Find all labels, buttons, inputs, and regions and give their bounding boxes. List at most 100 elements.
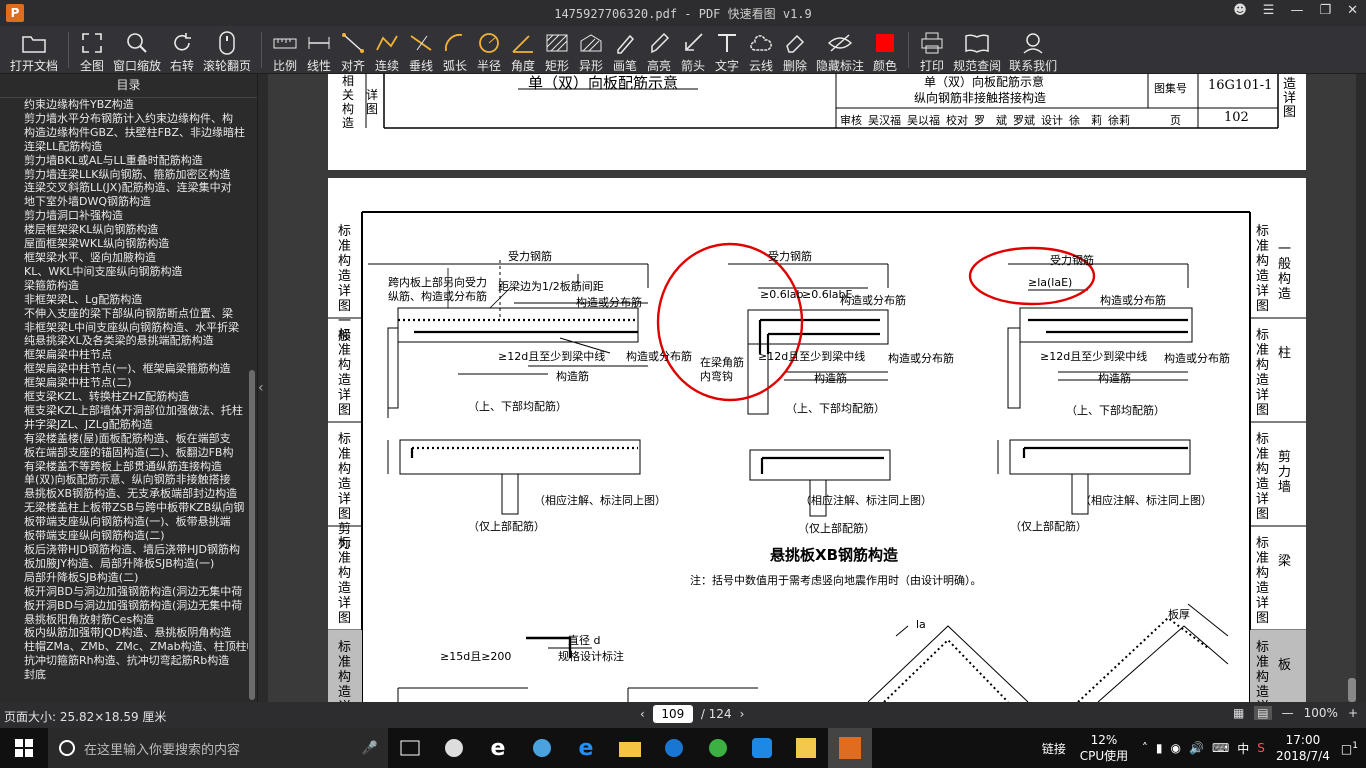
close-icon[interactable]: ✕ [1347, 3, 1358, 18]
toc-item[interactable]: 框架扁梁中柱节点(二) [0, 376, 248, 390]
toolbar-linear-button[interactable]: 线性 [302, 26, 336, 74]
toc-item[interactable]: 纯悬挑梁XL及各类梁的悬挑端配筋构造 [0, 334, 248, 348]
toc-item[interactable]: 框支梁KZL、转换柱ZHZ配筋构造 [0, 390, 248, 404]
network-icon[interactable]: ◉ [1171, 741, 1181, 755]
toolbar-delete-button[interactable]: 删除 [778, 26, 812, 74]
sogou-ime-icon[interactable]: S [1257, 741, 1265, 755]
blue-app-icon[interactable] [740, 728, 784, 768]
toolbar-text-button[interactable]: 文字 [710, 26, 744, 74]
toolbar-hide-button[interactable]: 隐藏标注 [812, 26, 868, 74]
ie-browser-icon[interactable]: e [564, 728, 608, 768]
taskbar-search[interactable]: 在这里输入你要搜索的内容 🎤 [48, 728, 388, 768]
toc-item[interactable]: 悬挑板阳角放射筋Ces构造 [0, 613, 248, 627]
ime-indicator[interactable]: 中 [1237, 740, 1249, 757]
collapse-sidebar-icon[interactable]: ‹ [258, 380, 268, 396]
toc-item[interactable]: 悬挑板XB钢筋构造、无支承板端部封边构造 [0, 487, 248, 501]
toolbar-scroll-page-button[interactable]: 滚轮翻页 [199, 26, 255, 74]
toc-item[interactable]: 剪力墙连梁LLK纵向钢筋、箍筋加密区构造 [0, 168, 248, 182]
current-page-input[interactable]: 109 [652, 705, 693, 723]
toc-item[interactable]: 框架扁梁中柱节点 [0, 348, 248, 362]
toolbar-open-button[interactable]: 打开文档 [6, 26, 62, 74]
toc-item[interactable]: 不伸入支座的梁下部纵向钢筋断点位置、梁 [0, 307, 248, 321]
toc-item[interactable]: 封底 [0, 668, 248, 682]
toolbar-zoom-window-button[interactable]: 窗口缩放 [109, 26, 165, 74]
toolbar-radius-button[interactable]: 半径 [472, 26, 506, 74]
toc-item[interactable]: 局部升降板SJB构造(二) [0, 571, 248, 585]
toc-item[interactable]: 梁箍筋构造 [0, 279, 248, 293]
document-viewer[interactable]: 相关构造 详图 单（双）向板配筋示意 单（双）向板配筋示意 纵向钢筋非接触搭接构… [268, 74, 1356, 702]
toc-item[interactable]: 楼层框架梁KL纵向钢筋构造 [0, 223, 248, 237]
microphone-icon[interactable]: 🎤 [362, 741, 378, 756]
zoom-in-icon[interactable]: + [1348, 706, 1358, 720]
toolbar-contact-button[interactable]: 联系我们 [1005, 26, 1061, 74]
toc-item[interactable]: 板在端部支座的锚固构造(二)、板翻边FB构 [0, 446, 248, 460]
toolbar-fit-button[interactable]: 全图 [75, 26, 109, 74]
task-view-icon[interactable] [388, 728, 432, 768]
toc-item[interactable]: 板加腋JY构造、局部升降板SJB构造(一) [0, 557, 248, 571]
toolbar-continuous-button[interactable]: 连续 [370, 26, 404, 74]
toc-item[interactable]: 抗冲切箍筋Rh构造、抗冲切弯起筋Rb构造 [0, 654, 248, 668]
toolbar-spec-button[interactable]: 规范查阅 [949, 26, 1005, 74]
toolbar-rect-button[interactable]: 矩形 [540, 26, 574, 74]
single-page-icon[interactable]: ▤ [1254, 706, 1272, 720]
toc-item[interactable]: 框架梁水平、竖向加腋构造 [0, 251, 248, 265]
toc-item[interactable]: 板带端支座纵向钢筋构造(一)、板带悬挑端 [0, 515, 248, 529]
chevron-up-icon[interactable]: ˄ [1142, 741, 1148, 755]
viewer-scrollbar[interactable] [1348, 678, 1356, 702]
toc-item[interactable]: 剪力墙洞口补强构造 [0, 209, 248, 223]
green-app-icon[interactable] [696, 728, 740, 768]
toolbar-irregular-button[interactable]: 异形 [574, 26, 608, 74]
clock[interactable]: 17:00 2018/7/4 [1273, 732, 1333, 764]
pinwheel-app-icon[interactable] [432, 728, 476, 768]
toc-item[interactable]: 板带端支座纵向钢筋构造(二) [0, 529, 248, 543]
toolbar-scale-button[interactable]: 比例 [268, 26, 302, 74]
battery-icon[interactable]: ▮ [1156, 741, 1163, 755]
toolbar-highlight-button[interactable]: 高亮 [642, 26, 676, 74]
toc-item[interactable]: 连梁交叉斜筋LL(JX)配筋构造、连梁集中对 [0, 181, 248, 195]
minimize-icon[interactable]: — [1290, 3, 1303, 18]
toolbar-arrow-button[interactable]: 箭头 [676, 26, 710, 74]
toolbar-aligned-button[interactable]: 对齐 [336, 26, 370, 74]
prev-page-icon[interactable]: ‹ [640, 707, 645, 721]
toc-item[interactable]: 剪力墙BKL或AL与LL重叠时配筋构造 [0, 154, 248, 168]
toc-scrollbar[interactable] [249, 370, 255, 700]
toc-item[interactable]: 板后浇带HJD钢筋构造、墙后浇带HJD钢筋构 [0, 543, 248, 557]
toc-item[interactable]: 地下室外墙DWQ钢筋构造 [0, 195, 248, 209]
toc-item[interactable]: 单(双)向板配筋示意、纵向钢筋非接触搭接 [0, 473, 248, 487]
sogou-browser-icon[interactable] [652, 728, 696, 768]
next-page-icon[interactable]: › [740, 707, 745, 721]
notes-app-icon[interactable] [784, 728, 828, 768]
toc-item[interactable]: 无梁楼盖柱上板带ZSB与跨中板带KZB纵向钢 [0, 501, 248, 515]
toc-item[interactable]: 构造边缘构件GBZ、扶壁柱FBZ、非边缘暗柱 [0, 126, 248, 140]
toc-item[interactable]: 屋面框架梁WKL纵向钢筋构造 [0, 237, 248, 251]
file-explorer-icon[interactable] [608, 728, 652, 768]
edge-browser-icon[interactable]: e [476, 728, 520, 768]
toc-item[interactable]: 连梁LL配筋构造 [0, 140, 248, 154]
toc-item[interactable]: 柱帽ZMa、ZMb、ZMc、ZMab构造、柱顶柱帽 [0, 640, 248, 654]
toc-item[interactable]: 框架扁梁中柱节点(一)、框架扁梁箍筋构造 [0, 362, 248, 376]
toolbar-arc-button[interactable]: 弧长 [438, 26, 472, 74]
browser-360-icon[interactable] [520, 728, 564, 768]
toc-item[interactable]: 非框架梁L、Lg配筋构造 [0, 293, 248, 307]
keyboard-icon[interactable]: ⌨ [1212, 741, 1229, 755]
volume-icon[interactable]: 🔊 [1189, 741, 1204, 755]
toc-item[interactable]: 有梁楼盖不等跨板上部贯通纵筋连接构造 [0, 460, 248, 474]
toolbar-rotate-button[interactable]: 右转 [165, 26, 199, 74]
toolbar-perpendicular-button[interactable]: 垂线 [404, 26, 438, 74]
toc-item[interactable]: KL、WKL中间支座纵向钢筋构造 [0, 265, 248, 279]
toc-item[interactable]: 剪力墙水平分布钢筋计入约束边缘构件、构 [0, 112, 248, 126]
pdf-viewer-taskbar-icon[interactable] [828, 728, 872, 768]
toc-item[interactable]: 井字梁JZL、JZLg配筋构造 [0, 418, 248, 432]
toc-item[interactable]: 框支梁KZL上部墙体开洞部位加强做法、托柱 [0, 404, 248, 418]
maximize-icon[interactable]: ❐ [1319, 3, 1331, 18]
toc-item[interactable]: 板开洞BD与洞边加强钢筋构造(洞边无集中荷 [0, 599, 248, 613]
toc-item[interactable]: 有梁楼盖楼(屋)面板配筋构造、板在端部支 [0, 432, 248, 446]
notification-icon[interactable]: □1 [1341, 741, 1358, 756]
toc-item[interactable]: 非框架梁L中间支座纵向钢筋构造、水平折梁 [0, 321, 248, 335]
toc-item[interactable]: 板开洞BD与洞边加强钢筋构造(洞边无集中荷 [0, 585, 248, 599]
toolbar-pen-button[interactable]: 画笔 [608, 26, 642, 74]
toolbar-cloud-button[interactable]: 云线 [744, 26, 778, 74]
toolbar-color-button[interactable]: 颜色 [868, 26, 902, 74]
toc-item[interactable]: 约束边缘构件YBZ构造 [0, 98, 248, 112]
link-label[interactable]: 链接 [1042, 740, 1066, 757]
